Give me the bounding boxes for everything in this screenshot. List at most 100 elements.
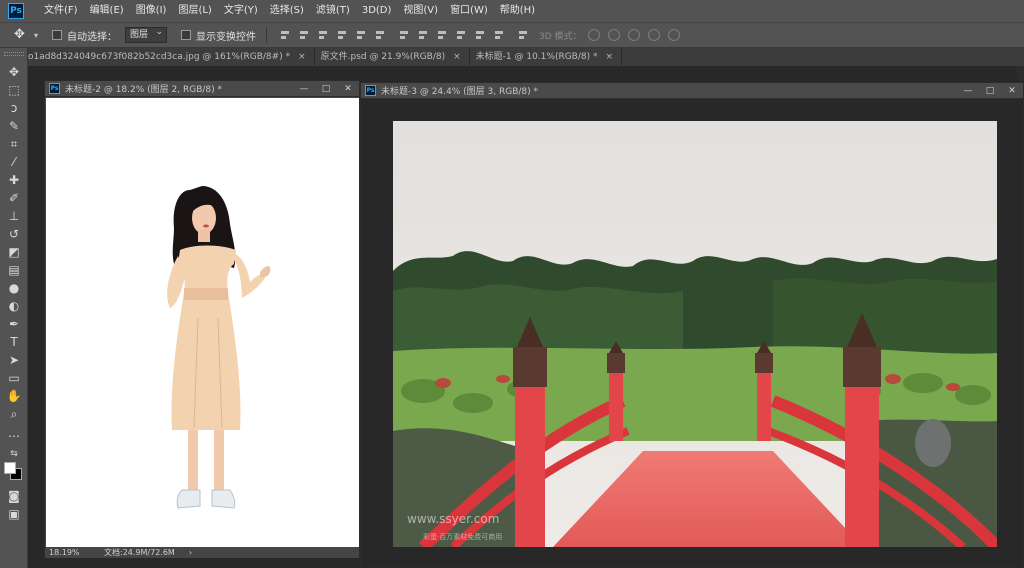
align-left-icon[interactable] <box>336 29 348 41</box>
auto-select-label: 自动选择： <box>67 31 118 43</box>
menu-filter[interactable]: 滤镜(T) <box>310 0 356 22</box>
tab-document-3[interactable]: 未标题-1 @ 10.1%(RGB/8) * × <box>470 48 623 66</box>
watermark-text: www.ssyer.com <box>407 512 499 526</box>
options-divider <box>266 27 268 43</box>
menu-3d[interactable]: 3D(D) <box>356 0 398 22</box>
auto-select-dropdown[interactable]: 图层 <box>125 25 168 43</box>
zoom-level[interactable]: 18.19% <box>46 548 104 557</box>
document-tabs: o1ad8d324049c673f082b52cd3ca.jpg @ 161%(… <box>28 48 1024 66</box>
window-title-bar[interactable]: Ps 未标题-3 @ 24.4% (图层 3, RGB/8) * — □ ✕ <box>361 83 1023 99</box>
quick-mask-icon[interactable]: ◙ <box>6 488 22 504</box>
close-icon[interactable]: × <box>298 48 306 66</box>
menu-select[interactable]: 选择(S) <box>264 0 310 22</box>
move-tool-icon[interactable]: ✥ <box>6 64 22 80</box>
window-title-bar[interactable]: Ps 未标题-2 @ 18.2% (图层 2, RGB/8) * — □ ✕ <box>45 81 359 97</box>
tab-document-2[interactable]: 原文件.psd @ 21.9%(RGB/8) × <box>315 48 470 66</box>
3d-drag-icon[interactable] <box>627 29 640 41</box>
maximize-button[interactable]: □ <box>315 81 337 97</box>
menu-type[interactable]: 文字(Y) <box>218 0 264 22</box>
document-window-untitled-3[interactable]: Ps 未标题-3 @ 24.4% (图层 3, RGB/8) * — □ ✕ w… <box>360 82 1024 568</box>
status-menu-chevron-icon[interactable]: › <box>189 548 192 557</box>
panel-grip-icon[interactable] <box>4 52 24 56</box>
eyedropper-tool-icon[interactable]: ⁄ <box>6 154 22 170</box>
show-transform-checkbox[interactable] <box>181 30 192 40</box>
minimize-button[interactable]: — <box>293 81 315 97</box>
3d-mode-label: 3D 模式： <box>539 31 582 42</box>
quick-select-tool-icon[interactable]: ✎ <box>6 118 22 134</box>
distribute-top-icon[interactable] <box>398 29 410 41</box>
move-tool-icon[interactable]: ✥ <box>14 28 28 42</box>
distribute-bottom-icon[interactable] <box>436 29 448 41</box>
close-icon[interactable]: × <box>453 48 461 66</box>
window-title: 未标题-2 @ 18.2% (图层 2, RGB/8) * <box>65 85 222 95</box>
crop-tool-icon[interactable]: ⌗ <box>6 136 22 152</box>
tab-label: 原文件.psd @ 21.9%(RGB/8) <box>320 52 446 62</box>
minimize-button[interactable]: — <box>957 83 979 99</box>
brush-tool-icon[interactable]: ✐ <box>6 190 22 206</box>
foreground-color-swatch[interactable] <box>4 462 16 474</box>
3d-slide-icon[interactable] <box>647 29 660 41</box>
eraser-tool-icon[interactable]: ◩ <box>6 244 22 260</box>
window-controls: — □ ✕ <box>293 81 359 97</box>
maximize-button[interactable]: □ <box>979 83 1001 99</box>
3d-scale-icon[interactable] <box>667 29 680 41</box>
menu-window[interactable]: 窗口(W) <box>444 0 494 22</box>
more-tools-icon[interactable]: ⋯ <box>6 428 22 444</box>
marquee-tool-icon[interactable]: ⬚ <box>6 82 22 98</box>
pen-tool-icon[interactable]: ✒ <box>6 316 22 332</box>
photoshop-doc-icon: Ps <box>49 83 60 94</box>
menu-image[interactable]: 图像(I) <box>130 0 173 22</box>
menu-layer[interactable]: 图层(L) <box>172 0 217 22</box>
zoom-tool-icon[interactable]: ⌕ <box>6 406 22 422</box>
align-right-icon[interactable] <box>374 29 386 41</box>
tab-label: 未标题-1 @ 10.1%(RGB/8) * <box>475 52 598 62</box>
blur-tool-icon[interactable]: ● <box>6 280 22 296</box>
document-window-untitled-2[interactable]: Ps 未标题-2 @ 18.2% (图层 2, RGB/8) * — □ ✕ 1… <box>44 80 360 558</box>
close-icon[interactable]: × <box>606 48 614 66</box>
tool-preset-chevron-down-icon[interactable]: ▾ <box>34 31 38 40</box>
gradient-tool-icon[interactable]: ▤ <box>6 262 22 278</box>
window-title: 未标题-3 @ 24.4% (图层 3, RGB/8) * <box>381 87 538 97</box>
history-brush-tool-icon[interactable]: ↺ <box>6 226 22 242</box>
auto-select-checkbox[interactable] <box>52 30 63 40</box>
photoshop-doc-icon: Ps <box>365 85 376 96</box>
menu-bar: Ps 文件(F) 编辑(E) 图像(I) 图层(L) 文字(Y) 选择(S) 滤… <box>0 0 1024 22</box>
canvas-person[interactable] <box>46 98 359 547</box>
tab-document-1[interactable]: o1ad8d324049c673f082b52cd3ca.jpg @ 161%(… <box>28 48 315 66</box>
path-select-tool-icon[interactable]: ➤ <box>6 352 22 368</box>
menu-file[interactable]: 文件(F) <box>38 0 84 22</box>
close-button[interactable]: ✕ <box>337 81 359 97</box>
clone-stamp-tool-icon[interactable]: ⊥ <box>6 208 22 224</box>
hand-tool-icon[interactable]: ✋ <box>6 388 22 404</box>
3d-roll-icon[interactable] <box>607 29 620 41</box>
photoshop-logo-icon: Ps <box>8 3 24 19</box>
status-bar: 18.19% 文档:24.9M/72.6M › <box>46 547 359 558</box>
auto-align-icon[interactable] <box>517 29 529 41</box>
lasso-tool-icon[interactable]: ↄ <box>6 100 22 116</box>
healing-brush-tool-icon[interactable]: ✚ <box>6 172 22 188</box>
distribute-buttons <box>398 29 505 41</box>
distribute-vcenter-icon[interactable] <box>417 29 429 41</box>
align-top-icon[interactable] <box>279 29 291 41</box>
canvas-bridge-photo[interactable]: www.ssyer.com 彩蛋·百万素材免费可商用 <box>393 121 997 547</box>
dodge-tool-icon[interactable]: ◐ <box>6 298 22 314</box>
align-vcenter-icon[interactable] <box>298 29 310 41</box>
distribute-right-icon[interactable] <box>493 29 505 41</box>
rectangle-tool-icon[interactable]: ▭ <box>6 370 22 386</box>
type-tool-icon[interactable]: T <box>6 334 22 350</box>
scrollbar[interactable] <box>1017 66 1024 80</box>
show-transform-label: 显示变换控件 <box>196 31 257 43</box>
close-button[interactable]: ✕ <box>1001 83 1023 99</box>
person-cutout-image <box>167 186 271 509</box>
align-hcenter-icon[interactable] <box>355 29 367 41</box>
align-bottom-icon[interactable] <box>317 29 329 41</box>
screen-mode-icon[interactable]: ▣ <box>6 506 22 522</box>
menu-view[interactable]: 视图(V) <box>397 0 444 22</box>
menu-help[interactable]: 帮助(H) <box>494 0 541 22</box>
menu-edit[interactable]: 编辑(E) <box>84 0 130 22</box>
tools-panel: ✥ ⬚ ↄ ✎ ⌗ ⁄ ✚ ✐ ⊥ ↺ ◩ ▤ ● ◐ ✒ T ➤ ▭ ✋ ⌕ … <box>0 48 28 568</box>
distribute-hcenter-icon[interactable] <box>474 29 486 41</box>
distribute-left-icon[interactable] <box>455 29 467 41</box>
swap-colors-icon[interactable]: ⇆ <box>6 446 22 462</box>
3d-rotate-icon[interactable] <box>587 29 600 41</box>
